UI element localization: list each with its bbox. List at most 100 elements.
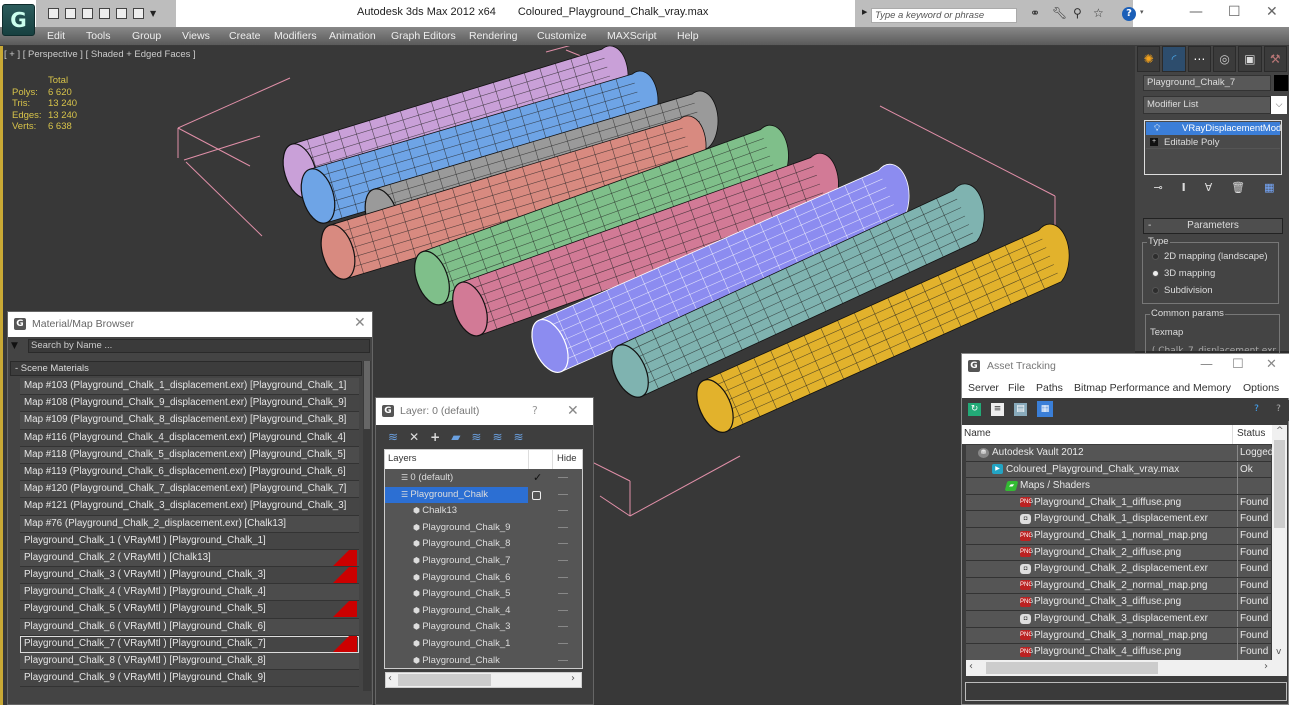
filter-options-icon[interactable]: ▼ xyxy=(11,341,18,351)
undo-icon[interactable] xyxy=(116,8,127,19)
asset-row[interactable]: ▶ Coloured_Playground_Chalk_vray.max Ok xyxy=(966,461,1271,479)
wrench-icon[interactable]: 🔧︎ xyxy=(1052,6,1067,20)
material-list-item[interactable]: Playground_Chalk_3 ( VRayMtl ) [Playgrou… xyxy=(20,567,359,585)
list-view-icon[interactable]: ≡ xyxy=(991,403,1004,416)
asset-row[interactable]: ◘ Playground_Chalk_3_displacement.exr Foun… xyxy=(966,611,1271,628)
menu-options[interactable]: Options xyxy=(1243,382,1279,394)
menu-graph-editors[interactable]: Graph Editors xyxy=(391,30,456,42)
make-unique-icon[interactable]: ∀ xyxy=(1205,181,1213,194)
motion-tab-icon[interactable]: ◎ xyxy=(1212,46,1237,72)
material-list-item[interactable]: Playground_Chalk_8 ( VRayMtl ) [Playgrou… xyxy=(20,653,359,671)
project-folder-icon[interactable] xyxy=(99,8,110,19)
layer-row[interactable]: ☰ Playground_Chalk xyxy=(385,486,582,504)
asset-row[interactable]: PNG Playground_Chalk_3_diffuse.png Found xyxy=(966,594,1271,611)
table-view-icon[interactable]: ▦ xyxy=(1037,401,1053,417)
radio-2d-mapping[interactable]: 2D mapping (landscape) xyxy=(1152,251,1268,262)
scroll-right-icon[interactable]: › xyxy=(1264,661,1268,672)
hide-toggle[interactable] xyxy=(558,560,568,561)
column-layers[interactable]: Layers xyxy=(388,453,417,464)
menu-maxscript[interactable]: MAXScript xyxy=(607,30,657,42)
scrollbar-thumb[interactable] xyxy=(986,662,1158,674)
column-hide[interactable]: Hide xyxy=(557,453,577,464)
hide-toggle[interactable] xyxy=(558,609,568,611)
material-list-item[interactable]: Map #108 (Playground_Chalk_9_displacemen… xyxy=(20,395,359,413)
hide-toggle[interactable] xyxy=(558,543,568,545)
create-tab-icon[interactable]: ✺ xyxy=(1137,46,1161,72)
menu-views[interactable]: Views xyxy=(182,30,210,42)
highlight-layer-icon[interactable]: ≋ xyxy=(471,430,481,444)
expand-icon[interactable]: + xyxy=(1150,138,1158,146)
hide-toggle[interactable] xyxy=(558,659,568,661)
hide-toggle[interactable] xyxy=(558,493,568,495)
layer-object-row[interactable]: ⬢ Playground_Chalk_4 xyxy=(385,603,582,620)
configure-sets-icon[interactable]: ▦ xyxy=(1264,181,1274,194)
redo-icon[interactable] xyxy=(133,8,144,19)
hide-all-icon[interactable]: ≋ xyxy=(492,430,502,444)
add-to-layer-icon[interactable]: + xyxy=(430,430,440,444)
layer-row[interactable]: ☰ 0 (default) ✓ xyxy=(385,470,582,487)
hide-toggle[interactable] xyxy=(558,477,568,478)
material-list-item[interactable]: Map #119 (Playground_Chalk_6_displacemen… xyxy=(20,463,359,482)
hide-toggle[interactable] xyxy=(558,643,568,644)
material-list-item[interactable]: Playground_Chalk_4 ( VRayMtl ) [Playgrou… xyxy=(20,584,359,602)
menu-customize[interactable]: Customize xyxy=(537,30,587,42)
parameters-rollout[interactable]: - Parameters xyxy=(1143,218,1283,234)
radio-3d-mapping[interactable]: 3D mapping xyxy=(1152,268,1215,279)
layer-object-row[interactable]: ⬢ Playground_Chalk_9 xyxy=(385,520,582,537)
menu-group[interactable]: Group xyxy=(132,30,161,42)
set-current-layer-toggle[interactable] xyxy=(532,490,541,500)
chevron-down-icon[interactable]: ⌵ xyxy=(1271,96,1287,114)
menu-file[interactable]: File xyxy=(1008,382,1025,394)
refresh-icon[interactable]: ↻ xyxy=(968,403,981,416)
column-name[interactable]: Name xyxy=(964,428,991,439)
material-list-item[interactable]: Playground_Chalk_1 ( VRayMtl ) [Playgrou… xyxy=(20,532,359,550)
scroll-down-icon[interactable]: v xyxy=(1276,647,1281,657)
texmap-button[interactable]: ( Chalk_7_displacement.exr ) xyxy=(1150,345,1278,351)
menu-rendering[interactable]: Rendering xyxy=(469,30,517,42)
radio-subdivision[interactable]: Subdivision xyxy=(1152,285,1213,296)
minimize-button[interactable]: — xyxy=(1200,357,1213,372)
scroll-left-icon[interactable]: ‹ xyxy=(388,673,392,684)
asset-row[interactable]: PNG Playground_Chalk_4_diffuse.png Found xyxy=(966,644,1271,661)
asset-row[interactable]: PNG Playground_Chalk_2_normal_map.png Foun… xyxy=(966,577,1271,595)
close-icon[interactable]: ✕ xyxy=(354,315,366,331)
scroll-left-icon[interactable]: ‹ xyxy=(969,661,973,672)
material-list-item[interactable]: Playground_Chalk_6 ( VRayMtl ) [Playgrou… xyxy=(20,618,359,636)
delete-layer-icon[interactable]: ✕ xyxy=(409,430,419,444)
utilities-tab-icon[interactable]: ⚒ xyxy=(1263,46,1287,72)
create-layer-icon[interactable]: ≋ xyxy=(388,430,398,444)
menu-bitmap-performance[interactable]: Bitmap Performance and Memory xyxy=(1074,382,1231,394)
column-status[interactable]: Status xyxy=(1237,428,1265,439)
material-list-item[interactable]: Map #116 (Playground_Chalk_4_displacemen… xyxy=(20,429,359,447)
object-name-field[interactable]: Playground_Chalk_7 xyxy=(1143,75,1271,91)
display-tab-icon[interactable]: ▣ xyxy=(1238,46,1262,72)
close-button[interactable]: ✕ xyxy=(1266,4,1278,20)
material-list-item[interactable]: Playground_Chalk_2 ( VRayMtl ) [Chalk13] xyxy=(20,549,359,568)
scroll-right-icon[interactable]: › xyxy=(571,673,575,684)
close-button[interactable]: ✕ xyxy=(1266,357,1277,372)
asset-row[interactable]: ◘ Playground_Chalk_1_displacement.exr Foun… xyxy=(966,511,1271,528)
menu-help[interactable]: Help xyxy=(677,30,699,42)
menu-modifiers[interactable]: Modifiers xyxy=(274,30,317,42)
help-button[interactable]: ? xyxy=(532,404,538,417)
asset-row[interactable]: ⛃ Autodesk Vault 2012 Logged xyxy=(966,445,1273,462)
asset-row[interactable]: PNG Playground_Chalk_2_diffuse.png Found xyxy=(966,544,1271,562)
layer-object-row[interactable]: ⬢ Playground_Chalk_5 xyxy=(385,586,582,603)
layer-object-row[interactable]: ⬢ Playground_Chalk_7 xyxy=(385,553,582,570)
asset-row[interactable]: PNG Playground_Chalk_3_normal_map.png Foun… xyxy=(966,627,1271,645)
layer-object-row[interactable]: ⬢ Chalk13 xyxy=(385,503,582,520)
asset-row[interactable]: PNG Playground_Chalk_1_normal_map.png Foun… xyxy=(966,528,1271,545)
lightbulb-icon[interactable]: 💡︎ xyxy=(1154,122,1160,135)
qat-dropdown-icon[interactable]: ▼ xyxy=(150,8,158,19)
freeze-all-icon[interactable]: ≋ xyxy=(514,430,524,444)
material-list-item[interactable]: Map #76 (Playground_Chalk_2_displacement… xyxy=(20,515,359,533)
show-end-result-icon[interactable]: I xyxy=(1182,181,1186,194)
layer-object-row[interactable]: ⬢ Playground_Chalk_1 xyxy=(385,636,582,653)
material-list-item[interactable]: Map #120 (Playground_Chalk_7_displacemen… xyxy=(20,481,359,499)
asset-row[interactable]: ◘ Playground_Chalk_2_displacement.exr Foun… xyxy=(966,561,1271,578)
maximize-button[interactable]: ☐ xyxy=(1228,4,1241,20)
maximize-button[interactable]: ☐ xyxy=(1232,357,1244,372)
stack-item-editable-poly[interactable]: + Editable Poly xyxy=(1146,136,1280,149)
remove-modifier-icon[interactable]: 🗑︎ xyxy=(1231,181,1245,194)
hide-toggle[interactable] xyxy=(558,510,568,512)
